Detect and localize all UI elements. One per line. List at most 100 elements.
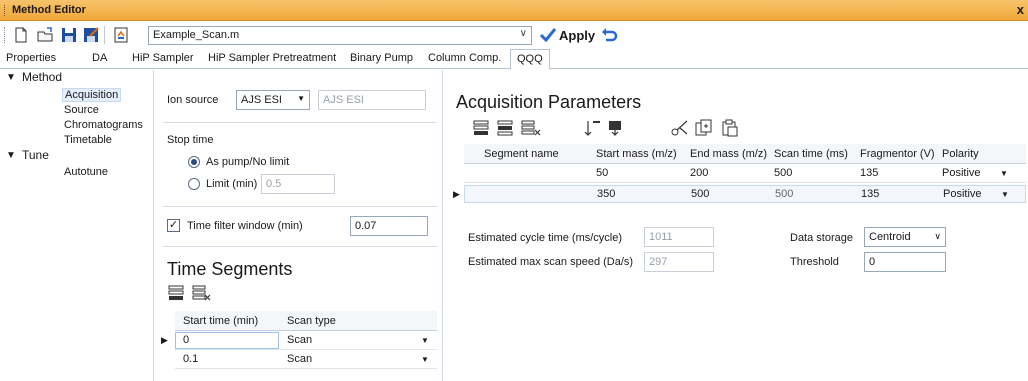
chevron-down-icon: ∨ [519,28,527,39]
tree-node-tune[interactable]: Tune [22,148,49,162]
limit-radio[interactable] [188,178,200,190]
column-header[interactable]: End mass (m/z) [690,148,767,160]
chevron-down-icon[interactable]: ▼ [1000,169,1008,178]
threshold-label: Threshold [790,256,839,268]
close-button[interactable]: x [1017,2,1024,17]
open-file-icon[interactable] [36,26,54,44]
delete-row-icon[interactable] [520,119,542,137]
add-row-icon[interactable] [167,284,187,302]
add-row-icon[interactable] [472,119,492,137]
save-as-icon[interactable] [82,26,100,44]
tree-item-acquisition[interactable]: Acquisition [62,88,122,102]
current-row-icon: ▶ [161,335,168,345]
checkmark-icon [540,28,556,42]
time-filter-checkbox[interactable]: ✓ [167,219,180,232]
tab-properties[interactable]: Properties [6,52,56,64]
report-icon[interactable] [112,26,130,44]
insert-row-icon[interactable] [496,119,516,137]
start-mass-cell[interactable]: 350 [597,188,615,200]
table-row[interactable]: ▶ 0 Scan ▼ [161,332,437,350]
apply-label: Apply [559,27,596,43]
acquisition-grid-header: Segment name Start mass (m/z) End mass (… [464,144,1026,164]
limit-value: 0.5 [266,178,282,190]
time-filter-label: Time filter window (min) [187,220,303,232]
column-header[interactable]: Scan type [287,315,336,327]
scan-time-cell[interactable]: 500 [774,167,792,179]
tree-item-timetable[interactable]: Timetable [64,134,112,146]
method-file-name: Example_Scan.m [153,29,240,41]
segment-start-time[interactable]: 0 [183,334,189,346]
table-row[interactable]: 50 200 500 135 Positive ▼ [464,165,1026,183]
tab-da[interactable]: DA [92,52,107,64]
expand-icon[interactable]: ▼ [6,150,16,161]
segment-start-time[interactable]: 0.1 [183,353,198,365]
copy-icon[interactable] [694,119,714,137]
fragmentor-cell[interactable]: 135 [861,188,879,200]
column-header[interactable]: Start time (min) [183,315,258,327]
toolbar-separator [104,26,105,44]
as-pump-label: As pump/No limit [206,156,290,168]
column-header[interactable]: Scan time (ms) [774,148,848,160]
fill-down-all-icon[interactable] [606,119,624,137]
fragmentor-cell[interactable]: 135 [860,167,878,179]
new-file-icon[interactable] [12,26,30,44]
start-mass-cell[interactable]: 50 [596,167,608,179]
fill-down-icon[interactable] [584,119,602,137]
column-header[interactable]: Polarity [942,148,979,160]
chevron-down-icon[interactable]: ▼ [1001,190,1009,199]
toolbar: Example_Scan.m ∨ Apply [0,22,1028,48]
segments-grid-header: Start time (min) Scan type [175,311,437,331]
data-storage-combo[interactable]: Centroid ∨ [864,227,946,247]
undo-icon[interactable] [600,26,618,44]
segment-scan-type[interactable]: Scan [287,334,312,346]
tab-hip-sampler[interactable]: HiP Sampler [132,52,194,64]
column-header[interactable]: Segment name [484,148,559,160]
as-pump-radio[interactable] [188,156,200,168]
chevron-down-icon[interactable]: ▼ [421,336,429,345]
cycle-time-field: 1011 [644,227,714,247]
save-icon[interactable] [60,26,78,44]
threshold-input[interactable]: 0 [864,252,946,272]
tree-node-method[interactable]: Method [22,70,62,84]
stop-time-label: Stop time [167,134,214,146]
end-mass-cell[interactable]: 500 [691,188,709,200]
method-file-combo[interactable]: Example_Scan.m ∨ [148,26,532,45]
scan-time-cell[interactable]: 500 [775,188,793,200]
cut-icon[interactable] [670,119,690,137]
limit-label: Limit (min) [206,178,258,190]
title-bar: Method Editor x [0,0,1028,21]
time-filter-input[interactable]: 0.07 [350,216,428,236]
polarity-cell[interactable]: Positive [943,188,982,200]
divider [163,122,437,123]
ion-source-combo[interactable]: AJS ESI ▼ [236,90,310,110]
tab-column-comp[interactable]: Column Comp. [428,52,501,64]
cycle-time-value: 1011 [649,231,673,243]
tab-qqq[interactable]: QQQ [510,49,550,70]
end-mass-cell[interactable]: 200 [690,167,708,179]
data-storage-label: Data storage [790,232,853,244]
module-tabs: Properties DA HiP Sampler HiP Sampler Pr… [0,49,1028,70]
tree-item-chromatograms[interactable]: Chromatograms [64,119,143,131]
ion-source-readonly-field: AJS ESI [318,90,426,110]
delete-row-icon[interactable] [191,284,211,302]
column-header[interactable]: Fragmentor (V) [860,148,935,160]
ion-source-label: Ion source [167,94,219,106]
method-tree: ▼ Method Acquisition Source Chromatogram… [0,70,154,381]
column-header[interactable]: Start mass (m/z) [596,148,677,160]
paste-icon[interactable] [720,119,740,137]
limit-input[interactable]: 0.5 [261,174,335,194]
scan-speed-value: 297 [649,256,668,268]
chevron-down-icon[interactable]: ▼ [421,355,429,364]
table-row[interactable]: 0.1 Scan ▼ [175,351,437,369]
tab-hip-sampler-pretreatment[interactable]: HiP Sampler Pretreatment [208,52,336,64]
polarity-cell[interactable]: Positive [942,167,981,179]
table-row[interactable]: ▶ 350 500 500 135 Positive ▼ [453,185,1026,203]
tree-item-source[interactable]: Source [64,104,99,116]
tree-item-autotune[interactable]: Autotune [64,166,108,178]
window-title: Method Editor [12,4,86,16]
expand-icon[interactable]: ▼ [6,72,16,83]
segment-scan-type[interactable]: Scan [287,353,312,365]
tab-binary-pump[interactable]: Binary Pump [350,52,413,64]
apply-button[interactable]: Apply [540,25,595,45]
toolbar-grip-icon [4,27,7,43]
